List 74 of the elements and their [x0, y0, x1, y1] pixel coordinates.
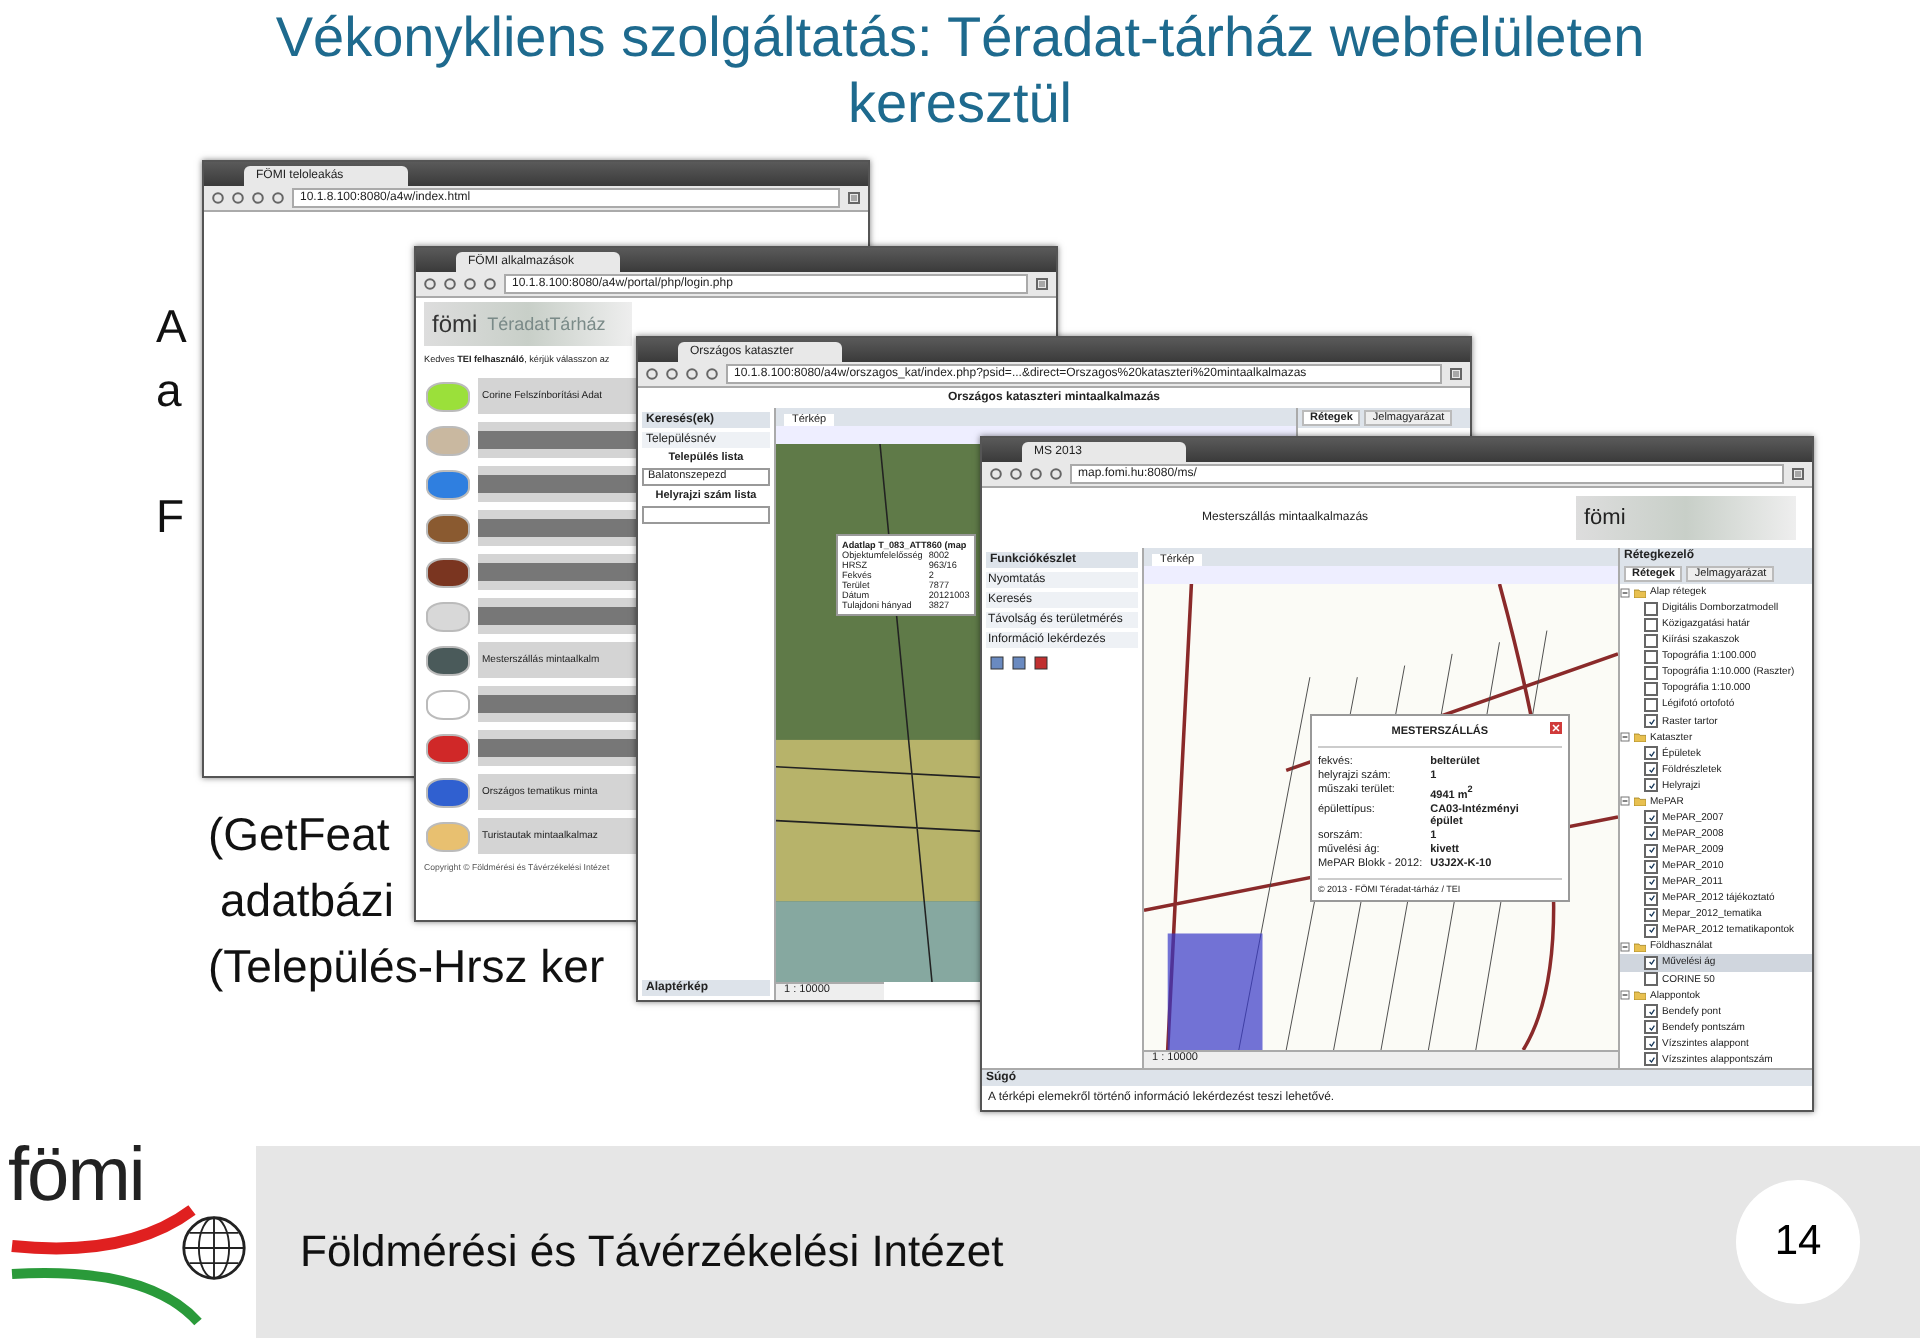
app-link[interactable] — [478, 510, 638, 546]
map-thumbnail[interactable] — [426, 821, 470, 851]
menu-icon[interactable] — [1792, 468, 1804, 480]
slide-title: Vékonykliens szolgáltatás: Téradat-tárház webfelületen keresztül — [273, 4, 1647, 136]
app-link[interactable] — [478, 422, 638, 458]
checkbox[interactable] — [1644, 633, 1658, 648]
map-thumbnail[interactable] — [426, 689, 470, 719]
checkbox[interactable] — [1644, 762, 1658, 777]
menu-icon[interactable] — [1036, 278, 1048, 290]
body-text: a — [156, 362, 182, 420]
globe-icon — [180, 1214, 248, 1282]
checkbox[interactable] — [1644, 875, 1658, 890]
app-link[interactable] — [478, 598, 638, 634]
page-number: 14 — [1736, 1180, 1860, 1304]
checkbox[interactable] — [1644, 697, 1658, 712]
map-thumbnail[interactable] — [426, 381, 470, 411]
checkbox[interactable] — [1644, 972, 1658, 987]
checkbox[interactable] — [1644, 681, 1658, 696]
banner-text: TéradatTárház — [487, 314, 606, 334]
menu-icon[interactable] — [1450, 368, 1462, 380]
collapse-icon[interactable] — [1620, 796, 1630, 807]
body-text: (Település-Hrsz ker — [208, 938, 605, 996]
checkbox[interactable] — [1644, 843, 1658, 858]
checkbox[interactable] — [1644, 955, 1658, 970]
body-text: A — [156, 298, 187, 356]
app-link[interactable] — [478, 554, 638, 590]
map-thumbnail[interactable] — [426, 469, 470, 499]
map-thumbnail[interactable] — [426, 425, 470, 455]
checkbox[interactable] — [1644, 665, 1658, 680]
checkbox[interactable] — [1644, 617, 1658, 632]
body-text: adatbázi — [220, 872, 394, 930]
checkbox[interactable] — [1644, 778, 1658, 793]
check-icon — [1647, 717, 1655, 726]
map-thumbnail[interactable] — [426, 601, 470, 631]
map-thumbnail[interactable] — [426, 777, 470, 807]
checkbox[interactable] — [1644, 1036, 1658, 1051]
close-icon[interactable] — [1549, 722, 1562, 735]
map-thumbnail[interactable] — [426, 513, 470, 543]
checkbox[interactable] — [1644, 1020, 1658, 1035]
checkbox[interactable] — [1644, 923, 1658, 938]
checkbox[interactable] — [1644, 714, 1658, 729]
dropdown[interactable] — [642, 506, 770, 524]
map-thumbnail[interactable] — [426, 733, 470, 763]
checkbox[interactable] — [1644, 746, 1658, 761]
checkbox[interactable] — [1644, 810, 1658, 825]
checkbox[interactable] — [1644, 649, 1658, 664]
body-text: F — [156, 488, 185, 546]
collapse-icon[interactable] — [1620, 587, 1630, 598]
map-thumbnail[interactable] — [426, 645, 470, 675]
menu-icon[interactable] — [848, 192, 860, 204]
logo-text: fömi — [432, 310, 478, 338]
checkbox[interactable] — [1644, 601, 1658, 616]
app-link[interactable] — [478, 466, 638, 502]
checkbox[interactable] — [1644, 1052, 1658, 1067]
map-thumbnail[interactable] — [426, 557, 470, 587]
body-text: (GetFeat — [208, 806, 390, 864]
app-link[interactable] — [478, 686, 638, 722]
checkbox[interactable] — [1644, 1004, 1658, 1019]
flag-swoosh-icon — [8, 1204, 204, 1328]
collapse-icon[interactable] — [1620, 990, 1630, 1001]
check-icon — [1647, 958, 1655, 967]
app-link[interactable] — [478, 730, 638, 766]
collapse-icon[interactable] — [1620, 732, 1630, 743]
collapse-icon[interactable] — [1620, 941, 1630, 952]
folder-icon — [1634, 990, 1646, 1001]
checkbox[interactable] — [1644, 907, 1658, 922]
folder-icon — [1634, 732, 1646, 743]
checkbox[interactable] — [1644, 859, 1658, 874]
logo-text: fömi — [8, 1134, 144, 1220]
institute-name: Földmérési és Távérzékelési Intézet — [300, 1224, 1006, 1278]
checkbox[interactable] — [1644, 826, 1658, 841]
logo-text: fömi — [1584, 506, 1626, 530]
checkbox[interactable] — [1644, 891, 1658, 906]
folder-icon — [1634, 796, 1646, 807]
